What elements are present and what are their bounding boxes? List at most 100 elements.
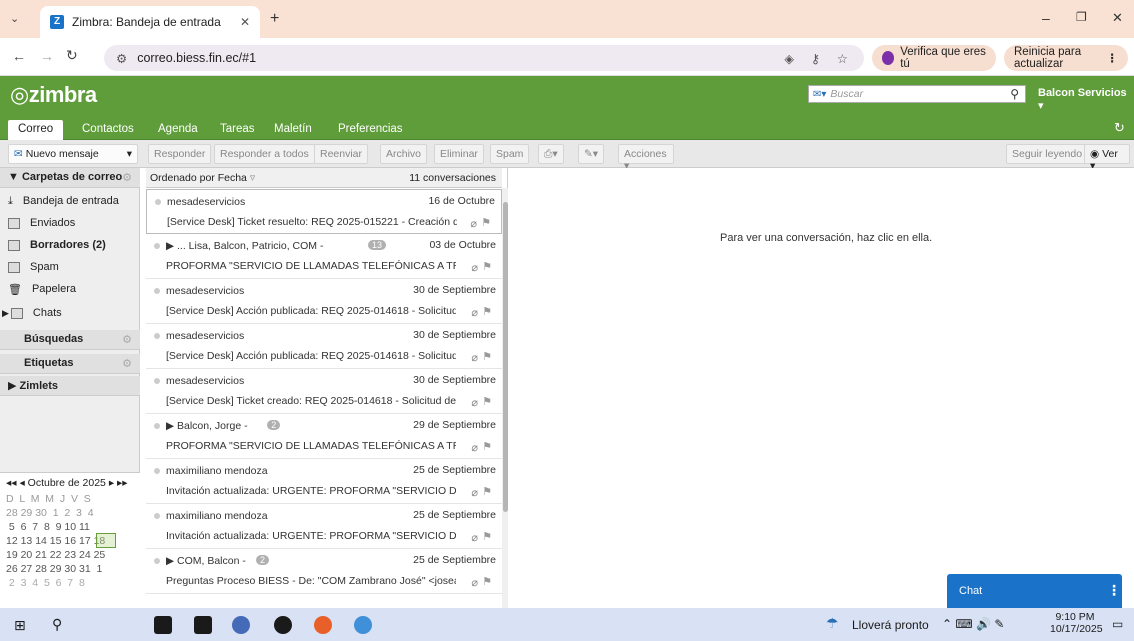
search-icon[interactable]: ⚲	[52, 616, 62, 633]
flag-icon[interactable]: ⚑	[482, 575, 492, 588]
view-button[interactable]: ◉ Ver ▾	[1084, 144, 1130, 172]
unread-dot-icon[interactable]	[154, 333, 160, 339]
calendar-week[interactable]: 19 20 21 22 23 24 25	[6, 549, 105, 561]
document-icon[interactable]	[154, 616, 172, 634]
calendar-week[interactable]: 5 6 7 8 9 10 11	[6, 521, 90, 533]
delete-button[interactable]: Eliminar	[434, 144, 484, 164]
message-row[interactable]: ▶ COM, Balcon - 2 25 de Septiembre Pregunta…	[146, 549, 502, 594]
reload-icon[interactable]: ↻	[66, 47, 78, 64]
reply-all-button[interactable]: Responder a todos	[214, 144, 315, 164]
clock[interactable]: 9:10 PM 10/17/2025	[1050, 611, 1103, 635]
flag-icon[interactable]: ⚑	[482, 260, 492, 273]
message-row[interactable]: mesadeservicios 30 de Septiembre [Service …	[146, 369, 502, 414]
calendar-week[interactable]: 2 3 4 5 6 7 8	[6, 577, 85, 589]
cast-icon[interactable]: ◈	[784, 51, 794, 66]
flag-icon[interactable]: ⚑	[482, 485, 492, 498]
tab-preferencias[interactable]: Preferencias	[338, 120, 403, 140]
unread-dot-icon[interactable]	[154, 468, 160, 474]
keep-reading-button[interactable]: Seguir leyendo	[1006, 144, 1089, 164]
unread-dot-icon[interactable]	[154, 243, 160, 249]
unread-dot-icon[interactable]	[154, 288, 160, 294]
flag-icon[interactable]: ⚑	[481, 216, 491, 229]
search-box[interactable]: ✉▾ Buscar ⚲	[808, 85, 1026, 103]
forward-icon[interactable]: →	[40, 48, 54, 64]
sort-label[interactable]: Ordenado por Fecha	[150, 172, 247, 184]
tab-contactos[interactable]: Contactos	[82, 120, 134, 140]
folder-drafts[interactable]: Borradores (2)	[8, 236, 106, 254]
next-month-icon[interactable]: ▸	[109, 477, 114, 489]
calendar-week[interactable]: 28 29 30 1 2 3 4	[6, 507, 94, 519]
document-icon[interactable]	[194, 616, 212, 634]
refresh-icon[interactable]: ↻	[1114, 120, 1125, 136]
message-row[interactable]: ▶ Balcon, Jorge - 2 29 de Septiembre PROFOR…	[146, 414, 502, 459]
print-icon[interactable]: ⎙▾	[538, 144, 564, 164]
calendar-week[interactable]: 26 27 28 29 30 31 1	[6, 563, 102, 575]
restart-update-button[interactable]: Reinicia para actualizar ⋮	[1004, 45, 1128, 71]
unread-dot-icon[interactable]	[155, 199, 161, 205]
url-field[interactable]: ⚙ correo.biess.fin.ec/#1 ◈ ⚷ ☆	[104, 45, 864, 71]
unread-dot-icon[interactable]	[154, 378, 160, 384]
unread-dot-icon[interactable]	[154, 513, 160, 519]
user-menu[interactable]: Balcon Servicios ▾	[1038, 87, 1134, 112]
folder-inbox[interactable]: ⤓ Bandeja de entrada	[8, 192, 119, 210]
flag-icon[interactable]: ⚑	[482, 395, 492, 408]
calendar-month-nav[interactable]: ◂◂ ◂ Octubre de 2025 ▸ ▸▸	[6, 477, 128, 489]
chat-menu-icon[interactable]: ⋮	[1107, 582, 1121, 599]
tab-correo[interactable]: Correo	[8, 120, 64, 140]
scrollbar-thumb[interactable]	[503, 202, 508, 512]
bookmark-star-icon[interactable]: ☆	[837, 51, 848, 66]
actions-button[interactable]: Acciones ▾	[618, 144, 674, 172]
gear-icon[interactable]: ⚙	[122, 333, 132, 346]
flag-icon[interactable]: ⚑	[482, 440, 492, 453]
tab-list-chevron-icon[interactable]: ⌄	[10, 12, 19, 25]
chrome-icon[interactable]	[314, 616, 332, 634]
next-year-icon[interactable]: ▸▸	[117, 477, 128, 489]
prev-year-icon[interactable]: ◂◂	[6, 477, 17, 489]
verify-button[interactable]: Verifica que eres tú	[872, 45, 996, 71]
back-icon[interactable]: ←	[12, 48, 26, 64]
message-row[interactable]: mesadeservicios 30 de Septiembre [Service …	[146, 279, 502, 324]
reply-button[interactable]: Responder	[148, 144, 212, 164]
calendar-week[interactable]: 12 13 14 15 16 17 18	[6, 535, 105, 547]
prev-month-icon[interactable]: ◂	[19, 477, 24, 489]
close-tab-icon[interactable]: ✕	[240, 15, 250, 29]
zimlets-header[interactable]: ▶ Zimlets	[0, 376, 140, 396]
message-row[interactable]: mesadeservicios 30 de Septiembre [Service …	[146, 324, 502, 369]
flag-icon[interactable]: ⚑	[482, 350, 492, 363]
gear-icon[interactable]: ⚙	[122, 171, 132, 184]
archive-button[interactable]: Archivo	[380, 144, 428, 164]
new-message-button[interactable]: ✉ Nuevo mensaje ▾	[8, 144, 138, 164]
message-row[interactable]: mesadeservicios 16 de Octubre [Service Des…	[146, 189, 502, 234]
search-input[interactable]: Buscar	[830, 88, 863, 100]
menu-dots-icon[interactable]: ⋮	[1107, 51, 1119, 65]
tab-tareas[interactable]: Tareas	[220, 120, 255, 140]
windows-start-icon[interactable]: ⊞	[14, 617, 26, 634]
password-key-icon[interactable]: ⚷	[811, 51, 820, 66]
flag-icon[interactable]: ⚑	[482, 305, 492, 318]
message-row[interactable]: maximiliano mendoza 25 de Septiembre Invit…	[146, 504, 502, 549]
unread-dot-icon[interactable]	[154, 423, 160, 429]
search-icon[interactable]: ⚲	[1010, 87, 1019, 101]
new-tab-icon[interactable]: +	[270, 10, 279, 28]
message-row[interactable]: maximiliano mendoza 25 de Septiembre Invit…	[146, 459, 502, 504]
folder-trash[interactable]: 🗑 Papelera	[8, 280, 76, 298]
sort-icon[interactable]: ▿	[250, 172, 255, 184]
chrome-profile-icon[interactable]	[354, 616, 372, 634]
chevron-down-icon[interactable]: ▾	[127, 148, 132, 160]
close-window-icon[interactable]: ✕	[1112, 10, 1123, 26]
unread-dot-icon[interactable]	[154, 558, 160, 564]
weather-text[interactable]: Lloverá pronto	[852, 618, 929, 632]
tab-maletin[interactable]: Maletín	[274, 120, 312, 140]
snipping-tool-icon[interactable]	[232, 616, 250, 634]
tab-agenda[interactable]: Agenda	[158, 120, 198, 140]
flag-icon[interactable]: ⚑	[482, 530, 492, 543]
tag-icon[interactable]: ✎▾	[578, 144, 605, 164]
spotify-icon[interactable]	[274, 616, 292, 634]
site-info-icon[interactable]: ⚙	[116, 51, 127, 66]
searches-header[interactable]: Búsquedas ⚙	[0, 330, 140, 350]
expand-icon[interactable]: ▶	[2, 308, 9, 319]
tags-header[interactable]: Etiquetas ⚙	[0, 354, 140, 374]
forward-button[interactable]: Reenviar	[314, 144, 369, 164]
message-row[interactable]: ▶ ... Lisa, Balcon, Patricio, COM - 13 03 …	[146, 234, 502, 279]
mail-search-type-icon[interactable]: ✉▾	[813, 89, 826, 100]
